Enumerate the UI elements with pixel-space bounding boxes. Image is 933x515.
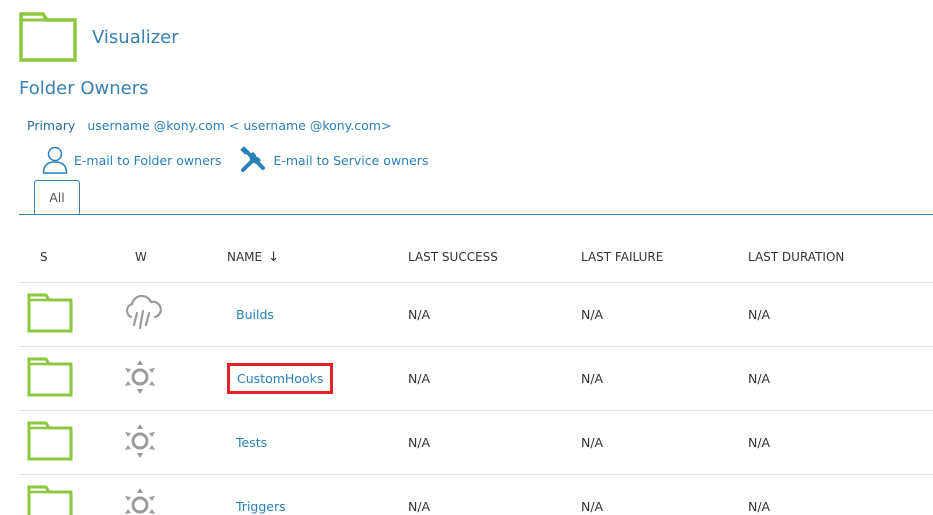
last-success-cell: N/A: [408, 307, 431, 322]
folder-owners-title: Folder Owners: [19, 78, 149, 99]
last-success-cell: N/A: [408, 371, 431, 386]
folder-icon: [27, 357, 73, 397]
tab-all[interactable]: All: [34, 180, 80, 214]
last-duration-cell: N/A: [748, 499, 771, 514]
folder-icon: [27, 421, 73, 461]
last-failure-cell: N/A: [581, 435, 604, 450]
last-failure-cell: N/A: [581, 307, 604, 322]
last-success-cell: N/A: [408, 435, 431, 450]
table-row: Tests N/A N/A N/A: [19, 411, 933, 475]
job-link-builds[interactable]: Builds: [236, 307, 274, 322]
email-service-owners-link[interactable]: E-mail to Service owners: [239, 146, 428, 174]
table-header: S W NAME ↓ LAST SUCCESS LAST FAILURE LAST…: [19, 232, 933, 283]
tab-bar: All: [19, 180, 933, 215]
jobs-table: S W NAME ↓ LAST SUCCESS LAST FAILURE LAST…: [19, 232, 933, 515]
table-row: CustomHooks N/A N/A N/A: [19, 347, 933, 411]
user-icon: [42, 146, 68, 174]
cloud-rain-icon: [125, 294, 162, 330]
column-header-s[interactable]: S: [19, 250, 119, 264]
primary-label: Primary: [27, 118, 76, 133]
table-row: Builds N/A N/A N/A: [19, 283, 933, 347]
email-actions: E-mail to Folder owners E-mail to Servic…: [42, 146, 428, 174]
tools-icon: [240, 146, 266, 172]
table-row: Triggers N/A N/A N/A: [19, 475, 933, 515]
last-duration-cell: N/A: [748, 371, 771, 386]
sun-icon: [125, 424, 155, 458]
job-link-tests[interactable]: Tests: [236, 435, 267, 450]
column-header-last-failure[interactable]: LAST FAILURE: [581, 250, 748, 264]
email-folder-owners-link[interactable]: E-mail to Folder owners: [42, 146, 221, 174]
column-header-name[interactable]: NAME ↓: [219, 250, 408, 265]
sun-icon: [125, 360, 155, 394]
folder-icon: [27, 485, 73, 515]
folder-icon: [27, 293, 73, 333]
email-service-owners-label: E-mail to Service owners: [273, 152, 429, 168]
email-folder-owners-label: E-mail to Folder owners: [74, 152, 222, 168]
primary-owner-row: Primary username @kony.com < username @k…: [27, 118, 391, 133]
page-title: Visualizer: [92, 26, 179, 48]
page: Visualizer Folder Owners Primary usernam…: [0, 0, 933, 515]
last-failure-cell: N/A: [581, 499, 604, 514]
column-header-name-label: NAME: [227, 249, 263, 264]
highlight-box: CustomHooks: [227, 363, 334, 394]
last-success-cell: N/A: [408, 499, 431, 514]
header: Visualizer: [19, 12, 179, 62]
last-failure-cell: N/A: [581, 371, 604, 386]
last-duration-cell: N/A: [748, 307, 771, 322]
job-link-customhooks[interactable]: CustomHooks: [237, 371, 323, 386]
job-link-triggers[interactable]: Triggers: [236, 499, 286, 514]
column-header-last-duration[interactable]: LAST DURATION: [748, 250, 908, 264]
sun-icon: [125, 488, 155, 514]
last-duration-cell: N/A: [748, 435, 771, 450]
column-header-w[interactable]: W: [119, 250, 219, 264]
column-header-last-success[interactable]: LAST SUCCESS: [408, 250, 581, 264]
folder-icon: [19, 12, 77, 62]
primary-owner-email[interactable]: username @kony.com < username @kony.com>: [87, 118, 391, 133]
sort-arrow-icon: ↓: [268, 249, 280, 265]
